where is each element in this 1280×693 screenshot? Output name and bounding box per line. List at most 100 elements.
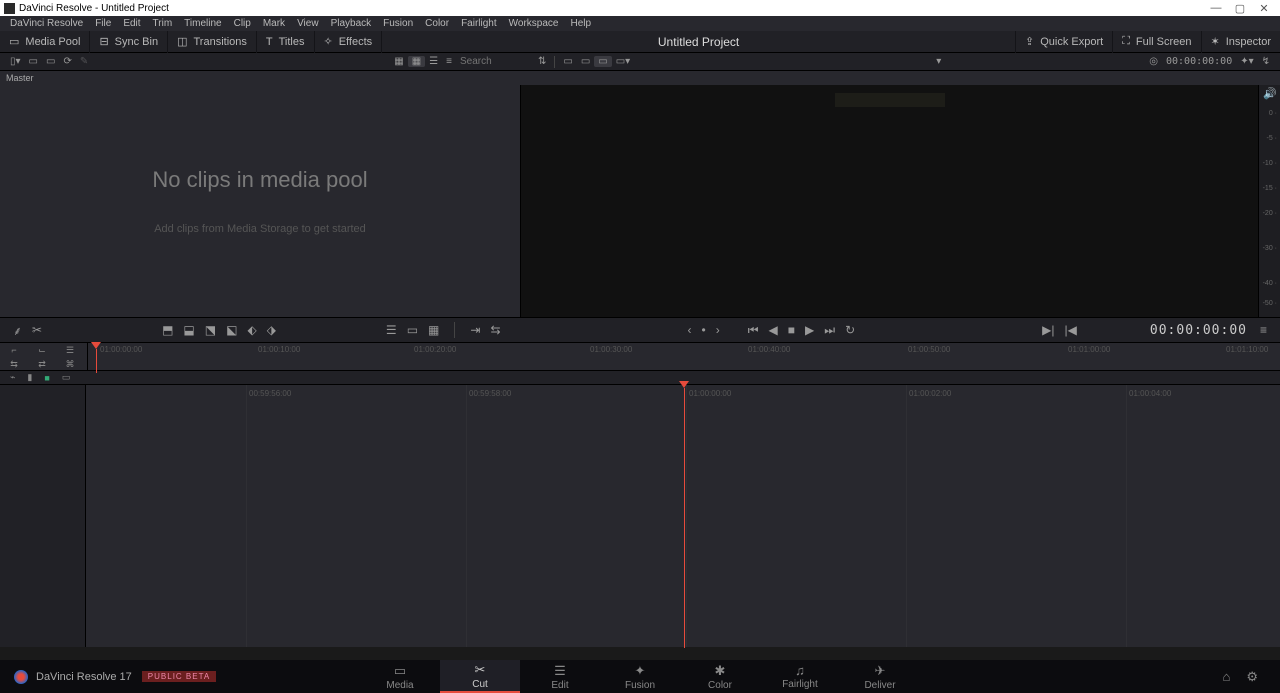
safe-area-button[interactable]: ◎: [1145, 56, 1162, 67]
jump-start-button[interactable]: |◀: [1060, 323, 1082, 337]
menu-help[interactable]: Help: [564, 18, 597, 29]
snap-button[interactable]: ⌁: [4, 372, 21, 383]
marker-button[interactable]: ▮: [21, 372, 38, 383]
viewer-menu-button[interactable]: ▭▾: [612, 56, 634, 67]
viewer-panel[interactable]: [520, 85, 1258, 317]
split-button[interactable]: ✂: [27, 323, 47, 337]
new-bin-button[interactable]: ▭: [42, 56, 59, 67]
nav-dot[interactable]: •: [697, 323, 711, 337]
smart-insert-button[interactable]: ⬒: [157, 323, 178, 337]
upper-timeline[interactable]: ⌐ ⌙ ☰ ⇆ ⇄ ⌘ 01:00:00:0001:00:10:0001:00:…: [0, 343, 1280, 371]
sync-button[interactable]: ⟳: [59, 56, 75, 67]
thumb-view-button[interactable]: ▦: [408, 56, 425, 67]
go-last-button[interactable]: ⏭: [819, 323, 840, 338]
ripple-button[interactable]: ⬔: [200, 323, 221, 337]
titles-panel-button[interactable]: TTitles: [257, 31, 315, 53]
home-button[interactable]: ⌂: [1214, 669, 1238, 684]
menu-mark[interactable]: Mark: [257, 18, 291, 29]
meter-tick: -50 ·: [1263, 300, 1277, 307]
speaker-icon[interactable]: 🔊: [1263, 87, 1277, 100]
close-button[interactable]: ✕: [1252, 2, 1276, 15]
maximize-button[interactable]: ▢: [1228, 2, 1252, 15]
menu-view[interactable]: View: [291, 18, 325, 29]
play-reverse-button[interactable]: ◀: [764, 323, 783, 337]
sort-button[interactable]: ⇅: [534, 56, 550, 67]
search-input[interactable]: [460, 56, 530, 67]
loop-button[interactable]: ↻: [840, 323, 860, 337]
menu-fairlight[interactable]: Fairlight: [455, 18, 503, 29]
timeline-tool-2[interactable]: ⌙: [28, 343, 56, 357]
closeup-button[interactable]: ⬕: [221, 323, 242, 337]
page-media[interactable]: ▭Media: [360, 660, 440, 693]
effects-panel-button[interactable]: ✧Effects: [315, 31, 383, 53]
quick-export-button[interactable]: ⇪Quick Export: [1015, 31, 1112, 53]
page-fairlight[interactable]: ♫Fairlight: [760, 660, 840, 693]
viewer-dropdown[interactable]: ▾: [932, 56, 945, 67]
timeline-panel[interactable]: 00:59:56:0000:59:58:0001:00:00:0001:00:0…: [0, 385, 1280, 647]
track-header[interactable]: [0, 385, 86, 647]
marker-dropdown[interactable]: ✦▾: [1236, 56, 1257, 67]
page-fusion[interactable]: ✦Fusion: [600, 660, 680, 693]
menu-fusion[interactable]: Fusion: [377, 18, 419, 29]
import-media-button[interactable]: ▯▾: [6, 56, 25, 67]
stop-button[interactable]: ■: [783, 323, 800, 337]
menu-color[interactable]: Color: [419, 18, 455, 29]
menu-file[interactable]: File: [89, 18, 117, 29]
boring-detector-button[interactable]: ⸙: [8, 322, 27, 339]
timeline-tool-4[interactable]: ⇆: [0, 357, 28, 371]
go-first-button[interactable]: ⏮: [743, 323, 764, 338]
menu-trim[interactable]: Trim: [147, 18, 179, 29]
transitions-panel-button[interactable]: ◫Transitions: [168, 31, 257, 53]
viewer-mode3-button[interactable]: ▭: [594, 56, 611, 67]
bin-button[interactable]: ▭: [25, 56, 42, 67]
list-view2-button[interactable]: ≡: [442, 56, 456, 67]
timeline-tool-1[interactable]: ⌐: [0, 343, 28, 357]
trim-button-1[interactable]: ⇥: [465, 323, 485, 337]
menu-workspace[interactable]: Workspace: [503, 18, 565, 29]
flag-button[interactable]: ■: [38, 373, 55, 383]
menu-davinci-resolve[interactable]: DaVinci Resolve: [4, 18, 89, 29]
prev-clip-nav[interactable]: ‹: [683, 323, 697, 337]
view-options-button[interactable]: ▭: [56, 372, 77, 383]
place-on-top-button[interactable]: ⬖: [242, 323, 261, 337]
bypass-button[interactable]: ↯: [1258, 56, 1274, 67]
timeline-tool-3[interactable]: ☰: [56, 343, 84, 357]
minimize-button[interactable]: —: [1204, 2, 1228, 14]
list-view-button[interactable]: ☰: [425, 56, 442, 67]
page-cut[interactable]: ✂Cut: [440, 660, 520, 693]
page-deliver[interactable]: ✈Deliver: [840, 660, 920, 693]
upper-timeline-tick: 01:00:00:00: [100, 345, 142, 354]
viewer-mode1-button[interactable]: ▭: [559, 56, 576, 67]
meter-tick: -20 ·: [1263, 210, 1277, 217]
source-overwrite-button[interactable]: ⬗: [262, 323, 281, 337]
bin-path[interactable]: Master: [0, 71, 1280, 85]
menu-playback[interactable]: Playback: [325, 18, 378, 29]
page-edit[interactable]: ☰Edit: [520, 660, 600, 693]
page-color[interactable]: ✱Color: [680, 660, 760, 693]
inspector-button[interactable]: ✶Inspector: [1201, 31, 1280, 53]
strip-view-button[interactable]: ▦: [390, 56, 407, 67]
menu-clip[interactable]: Clip: [228, 18, 257, 29]
viewer-mode2-button[interactable]: ▭: [577, 56, 594, 67]
full-screen-button[interactable]: ⛶Full Screen: [1112, 31, 1200, 53]
timeline-options-button[interactable]: ≡: [1255, 323, 1272, 337]
tools-button-3[interactable]: ▦: [423, 323, 444, 337]
timeline-tool-6[interactable]: ⌘: [56, 357, 84, 371]
append-button[interactable]: ⬓: [178, 323, 199, 337]
tool-button[interactable]: ✎: [76, 56, 92, 67]
media-pool-empty-title: No clips in media pool: [152, 167, 367, 193]
public-beta-badge: PUBLIC BETA: [142, 671, 216, 682]
jump-end-button[interactable]: ▶|: [1037, 323, 1059, 337]
media-pool-panel[interactable]: No clips in media pool Add clips from Me…: [0, 85, 520, 317]
menu-edit[interactable]: Edit: [117, 18, 146, 29]
tools-button-2[interactable]: ▭: [402, 323, 423, 337]
media-pool-panel-button[interactable]: ▭Media Pool: [0, 31, 90, 53]
project-settings-button[interactable]: ⚙: [1238, 669, 1266, 685]
tools-button-1[interactable]: ☰: [381, 323, 402, 337]
menu-timeline[interactable]: Timeline: [178, 18, 227, 29]
sync-bin-panel-button[interactable]: ⊟Sync Bin: [90, 31, 168, 53]
play-button[interactable]: ▶: [800, 323, 819, 337]
timeline-tool-5[interactable]: ⇄: [28, 357, 56, 371]
next-clip-nav[interactable]: ›: [711, 323, 725, 337]
trim-button-2[interactable]: ⇆: [485, 323, 505, 337]
